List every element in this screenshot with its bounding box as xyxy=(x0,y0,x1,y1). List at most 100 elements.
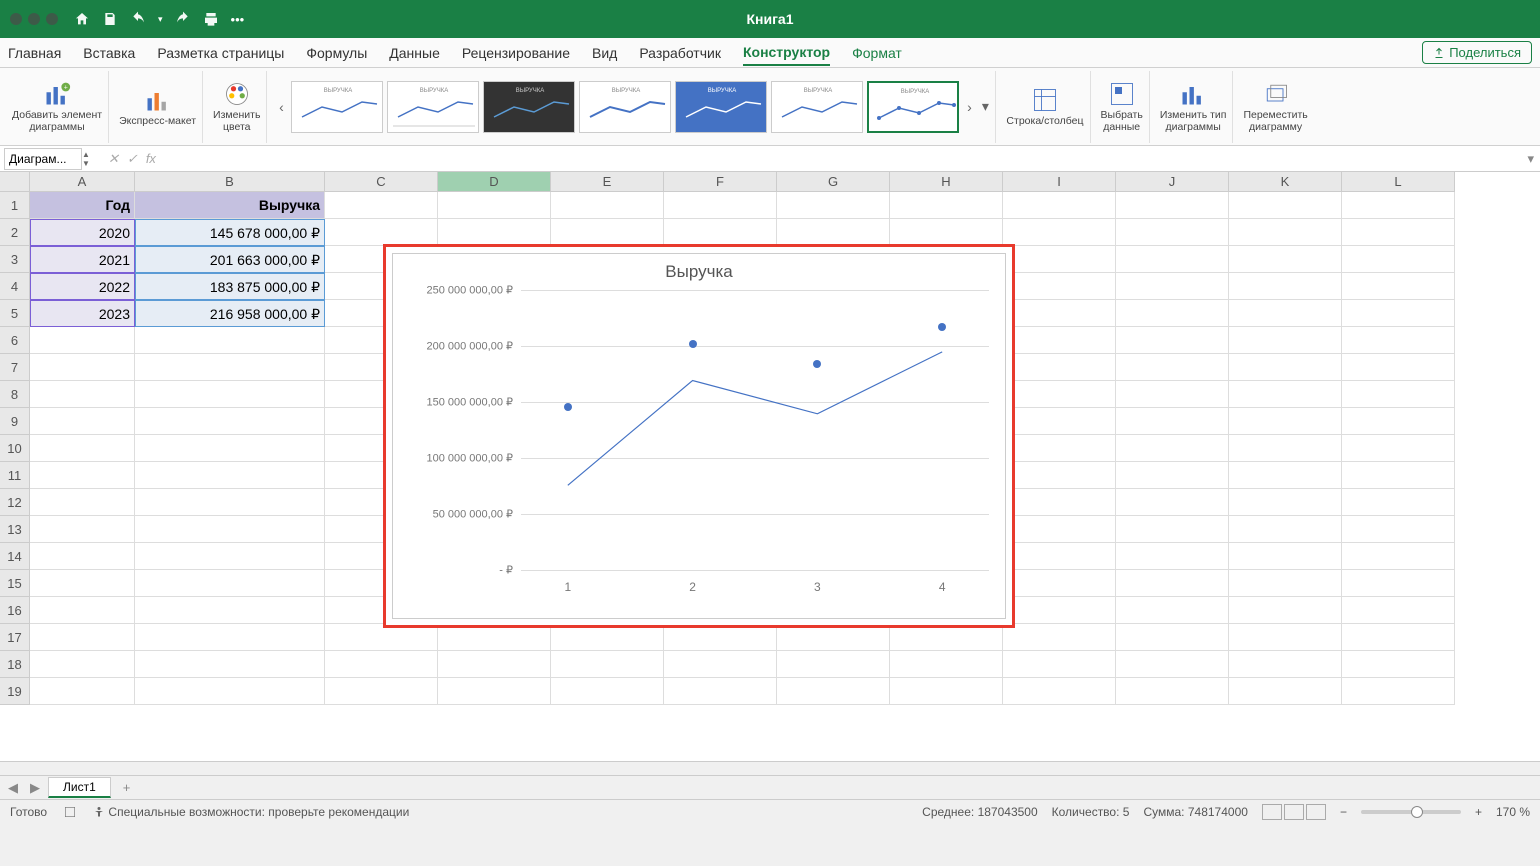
gallery-prev-button[interactable]: ‹ xyxy=(275,99,287,115)
cell-B11[interactable] xyxy=(135,462,325,489)
cell-B18[interactable] xyxy=(135,651,325,678)
cell-A2[interactable]: 2020 xyxy=(30,219,135,246)
chart-style-6[interactable]: ВЫРУЧКА xyxy=(771,81,863,133)
row-header-11[interactable]: 11 xyxy=(0,462,30,489)
add-sheet-button[interactable]: + xyxy=(115,780,139,795)
cell-I5[interactable] xyxy=(1003,300,1116,327)
cell-K2[interactable] xyxy=(1229,219,1342,246)
cell-B7[interactable] xyxy=(135,354,325,381)
row-header-8[interactable]: 8 xyxy=(0,381,30,408)
column-header-K[interactable]: K xyxy=(1229,172,1342,192)
cell-I11[interactable] xyxy=(1003,462,1116,489)
row-header-7[interactable]: 7 xyxy=(0,354,30,381)
cell-B19[interactable] xyxy=(135,678,325,705)
change-colors-button[interactable]: Изменить цвета xyxy=(207,71,267,143)
cell-D1[interactable] xyxy=(438,192,551,219)
cell-L17[interactable] xyxy=(1342,624,1455,651)
tab-formulas[interactable]: Формулы xyxy=(306,41,367,65)
tab-design[interactable]: Конструктор xyxy=(743,40,830,66)
cell-C17[interactable] xyxy=(325,624,438,651)
cell-L5[interactable] xyxy=(1342,300,1455,327)
chart-style-1[interactable]: ВЫРУЧКА xyxy=(291,81,383,133)
row-header-2[interactable]: 2 xyxy=(0,219,30,246)
cell-I19[interactable] xyxy=(1003,678,1116,705)
cell-B9[interactable] xyxy=(135,408,325,435)
cell-K4[interactable] xyxy=(1229,273,1342,300)
row-header-4[interactable]: 4 xyxy=(0,273,30,300)
cell-I13[interactable] xyxy=(1003,516,1116,543)
cell-A19[interactable] xyxy=(30,678,135,705)
chart-style-5[interactable]: ВЫРУЧКА xyxy=(675,81,767,133)
cell-L8[interactable] xyxy=(1342,381,1455,408)
cell-I18[interactable] xyxy=(1003,651,1116,678)
cell-C19[interactable] xyxy=(325,678,438,705)
cell-A15[interactable] xyxy=(30,570,135,597)
cell-K17[interactable] xyxy=(1229,624,1342,651)
cell-I2[interactable] xyxy=(1003,219,1116,246)
tab-review[interactable]: Рецензирование xyxy=(462,41,570,65)
undo-dropdown-icon[interactable]: ▾ xyxy=(158,14,163,25)
cell-B10[interactable] xyxy=(135,435,325,462)
cell-C1[interactable] xyxy=(325,192,438,219)
row-header-5[interactable]: 5 xyxy=(0,300,30,327)
redo-icon[interactable] xyxy=(175,11,191,27)
row-header-15[interactable]: 15 xyxy=(0,570,30,597)
cell-K1[interactable] xyxy=(1229,192,1342,219)
column-header-J[interactable]: J xyxy=(1116,172,1229,192)
fx-icon[interactable]: fx xyxy=(146,151,156,167)
add-chart-element-button[interactable]: + Добавить элемент диаграммы xyxy=(6,71,109,143)
cell-L3[interactable] xyxy=(1342,246,1455,273)
cell-K10[interactable] xyxy=(1229,435,1342,462)
cell-J17[interactable] xyxy=(1116,624,1229,651)
cell-L19[interactable] xyxy=(1342,678,1455,705)
sheet-prev-button[interactable]: ◀ xyxy=(4,780,22,796)
gallery-next-button[interactable]: › xyxy=(963,99,975,115)
cell-A7[interactable] xyxy=(30,354,135,381)
cell-K8[interactable] xyxy=(1229,381,1342,408)
zoom-in-button[interactable]: + xyxy=(1475,805,1482,819)
cell-I3[interactable] xyxy=(1003,246,1116,273)
cell-J7[interactable] xyxy=(1116,354,1229,381)
cell-A3[interactable]: 2021 xyxy=(30,246,135,273)
cell-I8[interactable] xyxy=(1003,381,1116,408)
select-data-button[interactable]: Выбрать данные xyxy=(1095,71,1150,143)
tab-developer[interactable]: Разработчик xyxy=(639,41,721,65)
column-header-L[interactable]: L xyxy=(1342,172,1455,192)
cell-L7[interactable] xyxy=(1342,354,1455,381)
cell-I4[interactable] xyxy=(1003,273,1116,300)
row-header-12[interactable]: 12 xyxy=(0,489,30,516)
cell-L14[interactable] xyxy=(1342,543,1455,570)
cell-A14[interactable] xyxy=(30,543,135,570)
home-icon[interactable] xyxy=(74,11,90,27)
cell-I7[interactable] xyxy=(1003,354,1116,381)
cell-L2[interactable] xyxy=(1342,219,1455,246)
cell-K15[interactable] xyxy=(1229,570,1342,597)
cell-J12[interactable] xyxy=(1116,489,1229,516)
data-point[interactable] xyxy=(813,360,821,368)
column-header-F[interactable]: F xyxy=(664,172,777,192)
cell-I1[interactable] xyxy=(1003,192,1116,219)
macro-record-icon[interactable] xyxy=(63,805,77,819)
share-button[interactable]: Поделиться xyxy=(1422,41,1532,64)
cell-F2[interactable] xyxy=(664,219,777,246)
quick-layout-button[interactable]: Экспресс-макет xyxy=(113,71,203,143)
chart-style-4[interactable]: ВЫРУЧКА xyxy=(579,81,671,133)
select-all-corner[interactable] xyxy=(0,172,30,192)
cell-K19[interactable] xyxy=(1229,678,1342,705)
column-header-A[interactable]: A xyxy=(30,172,135,192)
cell-K12[interactable] xyxy=(1229,489,1342,516)
row-header-17[interactable]: 17 xyxy=(0,624,30,651)
cell-A13[interactable] xyxy=(30,516,135,543)
cell-J4[interactable] xyxy=(1116,273,1229,300)
data-point[interactable] xyxy=(689,340,697,348)
accessibility-status[interactable]: Специальные возможности: проверьте реком… xyxy=(93,805,409,819)
cell-L1[interactable] xyxy=(1342,192,1455,219)
cell-B6[interactable] xyxy=(135,327,325,354)
cell-L13[interactable] xyxy=(1342,516,1455,543)
switch-row-col-button[interactable]: Строка/столбец xyxy=(1000,71,1090,143)
sheet-next-button[interactable]: ▶ xyxy=(26,780,44,796)
zoom-out-button[interactable]: − xyxy=(1340,805,1347,819)
cell-I17[interactable] xyxy=(1003,624,1116,651)
cell-J16[interactable] xyxy=(1116,597,1229,624)
tab-format[interactable]: Формат xyxy=(852,41,902,65)
